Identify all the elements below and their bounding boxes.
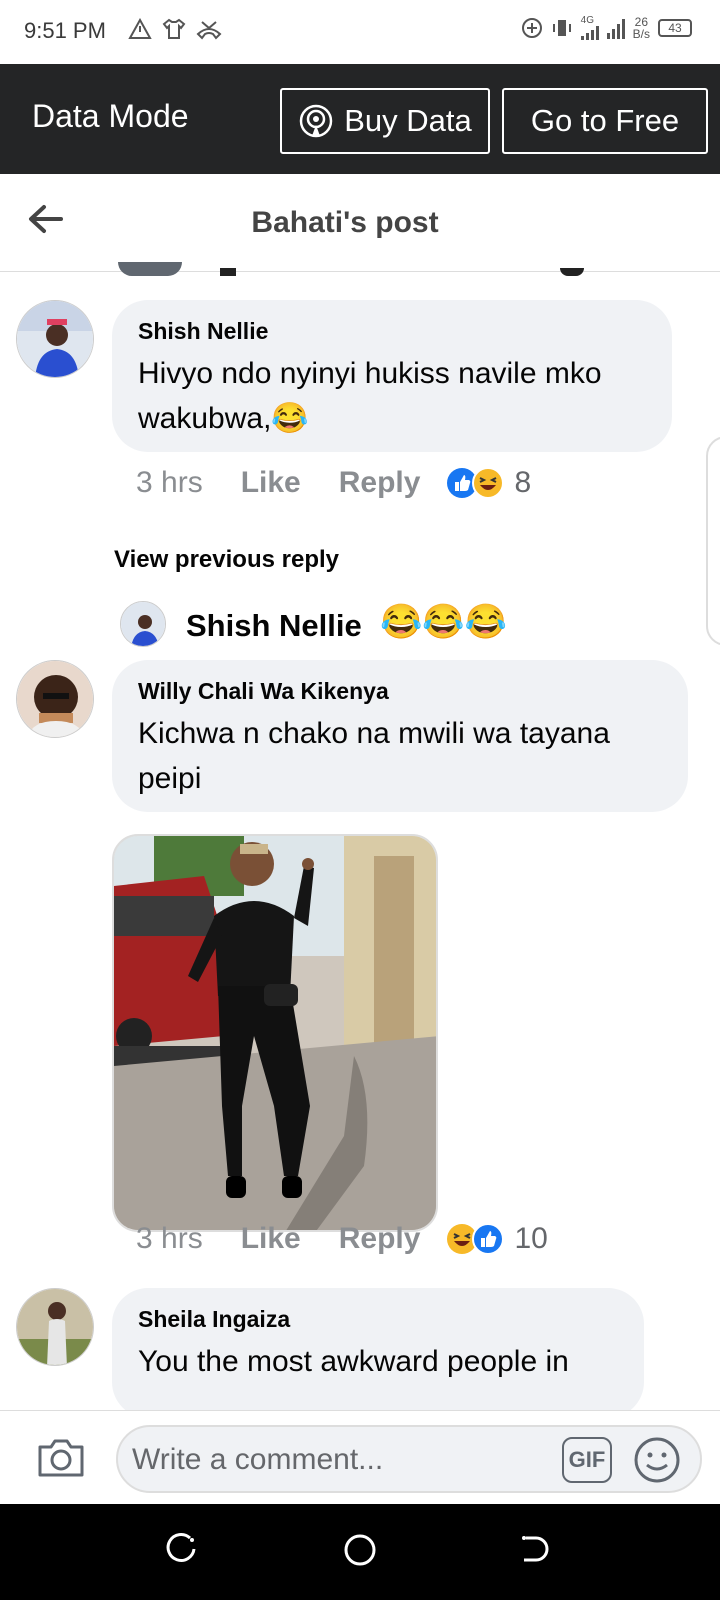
view-previous-reply-link[interactable]: View previous reply [114,546,339,574]
reply-emoji: 😂😂😂 [380,603,508,641]
comment-text: You the most awkward people in [138,1345,569,1378]
camera-icon[interactable] [36,1437,86,1479]
comment-composer: Write a comment... GIF [0,1410,720,1504]
shirt-icon [162,18,186,39]
comment-author[interactable]: Willy Chali Wa Kikenya [138,678,662,705]
avatar[interactable] [16,300,94,378]
network-type: 4G [580,15,594,26]
warning-icon [128,18,152,39]
cutoff-text [220,268,236,276]
comment-time: 3 hrs [136,1222,203,1255]
comment-author[interactable]: Shish Nellie [138,318,646,345]
vibrate-icon [552,20,571,36]
reaction-count: 8 [514,466,532,499]
recent-apps-icon[interactable] [166,1532,200,1566]
comment-input[interactable]: Write a comment... GIF [116,1425,702,1493]
avatar[interactable] [16,1288,94,1366]
battery-icon: 43 [658,19,692,37]
comment-bubble[interactable]: Sheila Ingaiza You the most awkward peop… [112,1288,644,1418]
status-bar: 9:51 PM 4G 26 B/s 43 [0,0,720,64]
signal-icon-2 [606,17,625,39]
system-nav-bar [0,1504,720,1600]
cutoff-text-2 [560,268,584,276]
comment-bubble[interactable]: Shish Nellie Hivyo ndo nyinyi hukiss nav… [112,300,672,452]
data-saver-icon [521,18,542,38]
comment-author[interactable]: Sheila Ingaiza [138,1306,618,1333]
avatar[interactable] [16,660,94,738]
broadcast-icon [299,104,333,138]
data-mode-label: Data Mode [32,98,189,134]
network-speed: 26 B/s [633,16,650,40]
post-header: Bahati's post [0,174,720,272]
laughing-emoji: 😂 [271,402,309,435]
like-button[interactable]: Like [241,466,301,500]
comment-actions: 3 hrs Like Reply 10 [136,1222,548,1256]
reply-button[interactable]: Reply [339,1222,421,1256]
status-time: 9:51 PM [24,18,106,43]
reply-avatar[interactable] [120,601,166,647]
comment-photo[interactable] [112,834,438,1232]
battery-level: 43 [668,21,682,35]
reply-author[interactable]: Shish Nellie [186,608,362,644]
reaction-summary[interactable]: 10 [446,1222,548,1256]
speed-unit: B/s [632,27,650,41]
home-icon[interactable] [342,1532,378,1568]
buy-data-button[interactable]: Buy Data [280,88,490,154]
missed-call-icon [196,21,222,40]
system-status: 4G 26 B/s 43 [521,16,692,40]
cutoff-avatar [118,262,182,276]
comment-bubble[interactable]: Willy Chali Wa Kikenya Kichwa n chako na… [112,660,688,812]
emoji-icon[interactable] [632,1435,682,1485]
go-to-free-button[interactable]: Go to Free [502,88,708,154]
reaction-count: 10 [514,1222,548,1255]
buy-data-label: Buy Data [344,103,472,138]
comment-text: Kichwa n chako na mwili wa tayana peipi [138,717,610,795]
comment-actions: 3 hrs Like Reply 8 [136,466,531,500]
reaction-summary[interactable]: 8 [446,466,531,500]
like-reaction-icon [472,1223,505,1255]
reply-button[interactable]: Reply [339,466,421,500]
comment-time: 3 hrs [136,466,203,499]
page-title: Bahati's post [251,206,439,239]
notification-icons [128,18,222,40]
like-button[interactable]: Like [241,1222,301,1256]
comment-placeholder: Write a comment... [132,1443,384,1476]
side-panel-edge[interactable] [706,436,720,646]
comment-text-body: Hivyo ndo nyinyi hukiss navile mko wakub… [138,357,602,435]
gif-button[interactable]: GIF [562,1437,612,1483]
signal-icon [580,26,599,40]
comment-text: Hivyo ndo nyinyi hukiss navile mko wakub… [138,351,646,441]
back-icon[interactable] [516,1532,550,1566]
data-mode-bar: Data Mode Buy Data Go to Free [0,64,720,174]
go-to-free-label: Go to Free [530,103,680,138]
haha-reaction-icon [472,467,505,499]
